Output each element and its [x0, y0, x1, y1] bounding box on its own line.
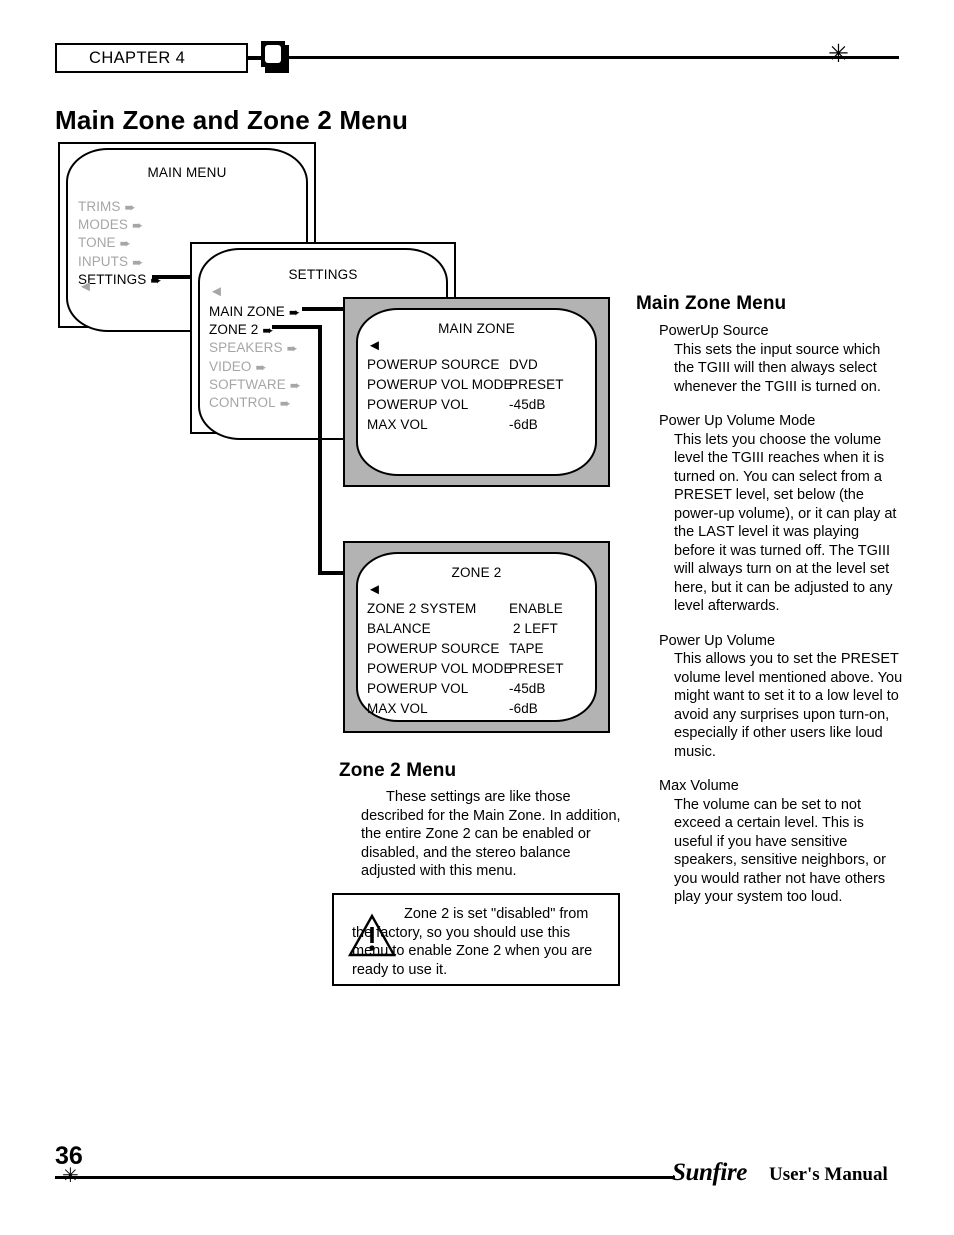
table-row: BALANCE 2 LEFT: [367, 621, 558, 636]
arrow-right-icon: ➨: [119, 236, 132, 252]
entry-term: PowerUp Source: [659, 323, 769, 339]
menu-list-settings: MAIN ZONE ➨ ZONE 2 ➨ SPEAKERS ➨ VIDEO ➨ SOFT…: [209, 303, 301, 412]
arrow-right-icon: ➨: [255, 359, 267, 375]
section-heading: Zone 2 Menu: [339, 760, 457, 781]
screen-title: ZONE 2: [451, 565, 502, 580]
back-arrow-icon[interactable]: ◄: [367, 581, 382, 598]
entry-power-up-volume: Power Up Volume This allows you to set t…: [636, 632, 904, 762]
entry-max-volume: Max Volume The volume can be set to not …: [636, 777, 904, 907]
table-row: POWERUP SOURCE DVD: [367, 357, 538, 372]
arrow-right-icon: ➨: [124, 200, 136, 215]
menu-item-software[interactable]: SOFTWARE ➨: [209, 376, 301, 394]
menu-item-tone[interactable]: TONE ➨: [78, 234, 162, 252]
entry-text: This allows you to set the PRESET volume…: [674, 651, 903, 760]
entry-powerup-source: PowerUp Source This sets the input sourc…: [636, 322, 904, 396]
table-row: POWERUP VOL -45dB: [367, 681, 546, 696]
connector-zone2-v: [318, 325, 322, 575]
menu-item-trims[interactable]: TRIMS ➨: [78, 198, 162, 216]
screen-zone-2: ZONE 2 ◄ ZONE 2 SYSTEM ENABLE BALANCE 2 LE…: [343, 541, 610, 733]
main-zone-menu-section: Main Zone Menu PowerUp Source This sets …: [636, 293, 904, 923]
table-row: POWERUP VOL MODE PRESET: [367, 377, 564, 392]
entry-text: This lets you choose the volume level th…: [674, 431, 897, 615]
zone-2-menu-section: Zone 2 Menu These settings are like thos…: [339, 760, 624, 881]
entry-text: The volume can be set to not exceed a ce…: [674, 796, 886, 906]
entry-term: Max Volume: [659, 778, 739, 794]
menu-item-zone-2[interactable]: ZONE 2 ➨: [209, 321, 301, 339]
menu-item-video[interactable]: VIDEO ➨: [209, 358, 301, 376]
table-row: MAX VOL -6dB: [367, 701, 538, 716]
entry-text: This sets the input source which the TGI…: [674, 341, 881, 395]
settings-table-zone-2: ZONE 2 SYSTEM ENABLE BALANCE 2 LEFT POWERU…: [367, 599, 564, 719]
menu-item-speakers[interactable]: SPEAKERS ➨: [209, 339, 301, 357]
entry-term: Power Up Volume Mode: [659, 413, 816, 429]
warning-callout: Zone 2 is set "disabled" from the factor…: [332, 893, 620, 986]
menu-list-main: TRIMS ➨ MODES ➨ TONE ➨ INPUTS ➨ SETTINGS ➨: [78, 198, 162, 289]
arrow-right-icon: ➨: [279, 396, 292, 412]
menu-item-main-zone[interactable]: MAIN ZONE ➨: [209, 303, 301, 321]
screen-title: MAIN MENU: [147, 165, 227, 180]
table-row: POWERUP SOURCE TAPE: [367, 641, 544, 656]
menu-item-control[interactable]: CONTROL ➨: [209, 394, 301, 412]
section-text: These settings are like those described …: [361, 789, 621, 879]
back-arrow-icon[interactable]: ◄: [367, 337, 382, 354]
arrow-right-icon: ➨: [289, 377, 302, 393]
footer-manual-label: User's Manual: [769, 1164, 888, 1185]
arrow-right-icon: ➨: [132, 254, 144, 270]
screen-main-zone: MAIN ZONE ◄ POWERUP SOURCE DVD POWERUP VO…: [343, 297, 610, 487]
section-heading: Main Zone Menu: [636, 293, 787, 314]
brand-logo: Sunfire: [672, 1159, 748, 1186]
screen-title: SETTINGS: [288, 267, 358, 282]
back-arrow-icon[interactable]: ◄: [209, 283, 224, 300]
table-row: POWERUP VOL MODE PRESET: [367, 661, 564, 676]
table-row: ZONE 2 SYSTEM ENABLE: [367, 601, 563, 616]
settings-table-main-zone: POWERUP SOURCE DVD POWERUP VOL MODE PRESET…: [367, 355, 564, 435]
table-row: MAX VOL -6dB: [367, 417, 538, 432]
screen-title: MAIN ZONE: [438, 321, 515, 336]
table-row: POWERUP VOL -45dB: [367, 397, 546, 412]
entry-power-up-volume-mode: Power Up Volume Mode This lets you choos…: [636, 412, 904, 616]
menu-item-inputs[interactable]: INPUTS ➨: [78, 253, 162, 271]
entry-term: Power Up Volume: [659, 632, 776, 649]
arrow-right-icon: ➨: [286, 341, 299, 357]
arrow-right-icon: ➨: [132, 218, 144, 234]
connector-zone2-h1: [272, 325, 322, 329]
back-arrow-icon[interactable]: ◄: [78, 278, 93, 295]
footer-rule: [55, 1176, 675, 1179]
warning-text: Zone 2 is set "disabled" from the factor…: [352, 906, 593, 978]
arrow-right-icon: ➨: [288, 305, 301, 320]
menu-item-modes[interactable]: MODES ➨: [78, 216, 162, 234]
